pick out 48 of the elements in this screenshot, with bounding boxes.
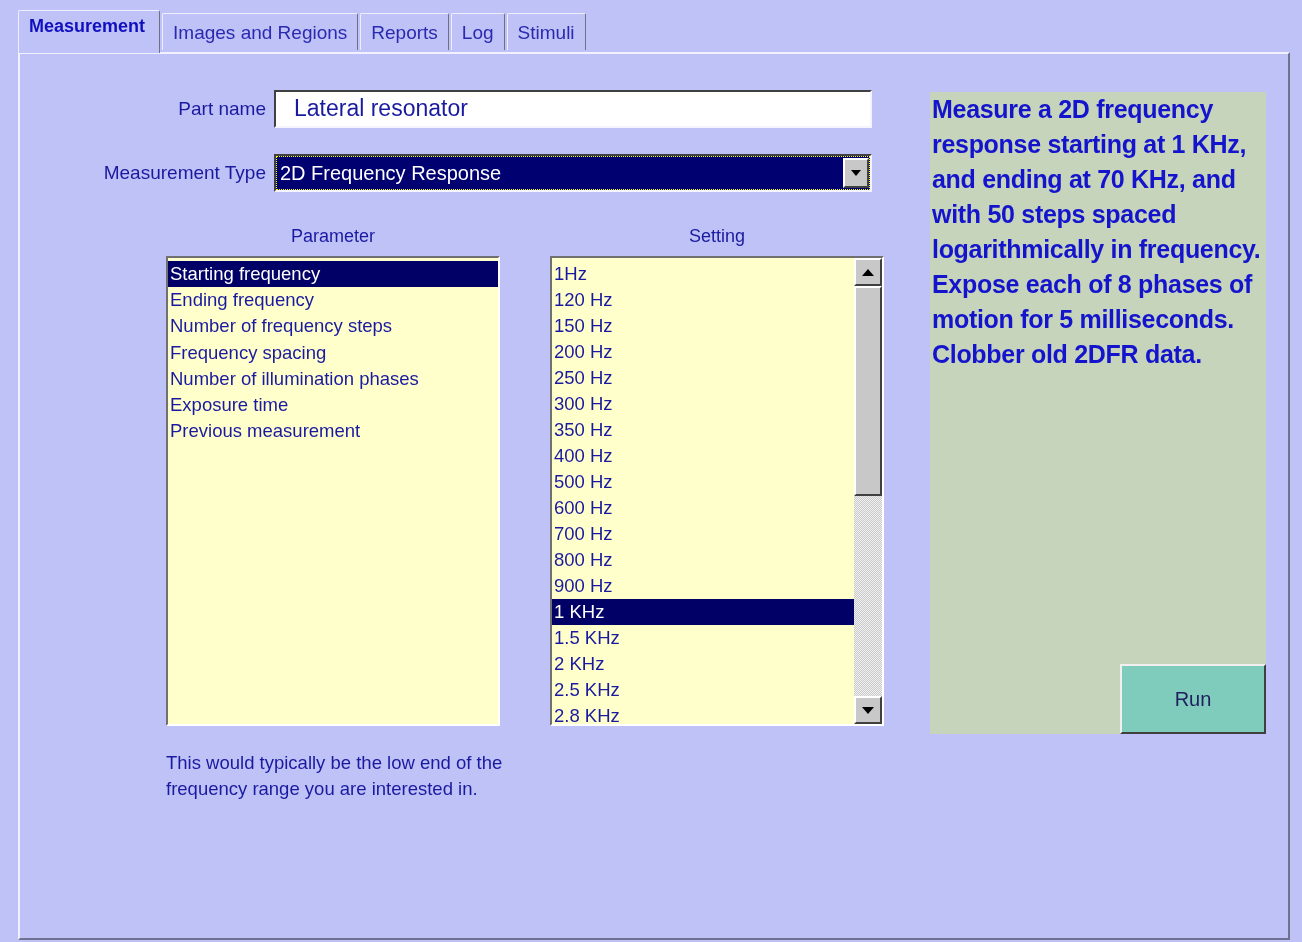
description-text: Measure a 2D frequency response starting at 1 KHz, and ending at 70 KHz, and with 50 steps spaced logarithmically in frequency. Expose each of 8 phases of motion for 5 milliseconds. Clobber old 2DFR data.: [931, 94, 1262, 370]
column-heading: Parameter: [289, 226, 376, 248]
list-item[interactable]: 300 Hz: [552, 391, 854, 417]
list-item[interactable]: Ending frequency: [168, 287, 498, 314]
list-item[interactable]: 2.5 KHz: [552, 677, 854, 703]
list-item[interactable]: Number of illumination phases: [168, 365, 498, 392]
up-arrow-icon: [862, 268, 874, 276]
scroll-up-button[interactable]: [854, 258, 882, 286]
list-item[interactable]: 1Hz: [552, 261, 854, 287]
field-label: Part name: [177, 98, 267, 120]
list-item[interactable]: 1.5 KHz: [552, 625, 854, 651]
caret-icon: [851, 170, 861, 176]
list-item[interactable]: 700 Hz: [552, 521, 854, 547]
list-item[interactable]: 150 Hz: [552, 313, 854, 339]
tab[interactable]: Images and Regions: [162, 13, 359, 50]
list-item[interactable]: 900 Hz: [552, 573, 854, 599]
list-item[interactable]: 1 KHz: [552, 599, 854, 625]
tab[interactable]: Measurement: [18, 10, 161, 53]
list-item[interactable]: 500 Hz: [552, 469, 854, 495]
measurement-type-dropdown[interactable]: 2D Frequency Response: [274, 154, 872, 192]
list-item[interactable]: 400 Hz: [552, 443, 854, 469]
column-heading: Setting: [687, 226, 746, 248]
scrollbar[interactable]: [854, 258, 882, 724]
list-item[interactable]: Number of frequency steps: [168, 313, 498, 340]
down-arrow-icon: [862, 706, 874, 714]
list-item[interactable]: Starting frequency: [168, 261, 498, 288]
list-item[interactable]: 800 Hz: [552, 547, 854, 573]
list-item[interactable]: 350 Hz: [552, 417, 854, 443]
field-label: Measurement Type: [102, 162, 267, 184]
list-item[interactable]: Previous measurement: [168, 418, 498, 445]
list-box[interactable]: Starting frequency Ending frequency Number of frequency steps Frequency spacing Number of illumination phases Exposure time Previous measurement: [166, 256, 500, 726]
list-box[interactable]: 1Hz 120 Hz 150 Hz 200 Hz 250 Hz 300 Hz 350 Hz 400 Hz 500 Hz 600 Hz 700 Hz 800 Hz 900 Hz 1 KHz 1.5 KHz 2 KHz 2.5 KHz 2.8 KHz: [550, 256, 884, 726]
list-item[interactable]: 250 Hz: [552, 365, 854, 391]
list-item[interactable]: 2.8 KHz: [552, 703, 854, 724]
list-item[interactable]: 2 KHz: [552, 651, 854, 677]
list-item[interactable]: 120 Hz: [552, 287, 854, 313]
list-item[interactable]: 600 Hz: [552, 495, 854, 521]
list-item[interactable]: Exposure time: [168, 391, 498, 419]
tab[interactable]: Log: [450, 13, 505, 50]
hint-text: This would typically be the low end of the frequency range you are interested in.: [166, 751, 504, 801]
scroll-down-button[interactable]: [854, 696, 882, 724]
scroll-thumb[interactable]: [854, 286, 882, 496]
tab[interactable]: Reports: [360, 13, 449, 50]
tab[interactable]: Stimuli: [506, 13, 586, 50]
part-name-field[interactable]: Lateral resonator: [274, 90, 872, 128]
list-item[interactable]: 200 Hz: [552, 339, 854, 365]
list-item[interactable]: Frequency spacing: [168, 339, 498, 366]
run-button[interactable]: Run: [1120, 664, 1266, 734]
